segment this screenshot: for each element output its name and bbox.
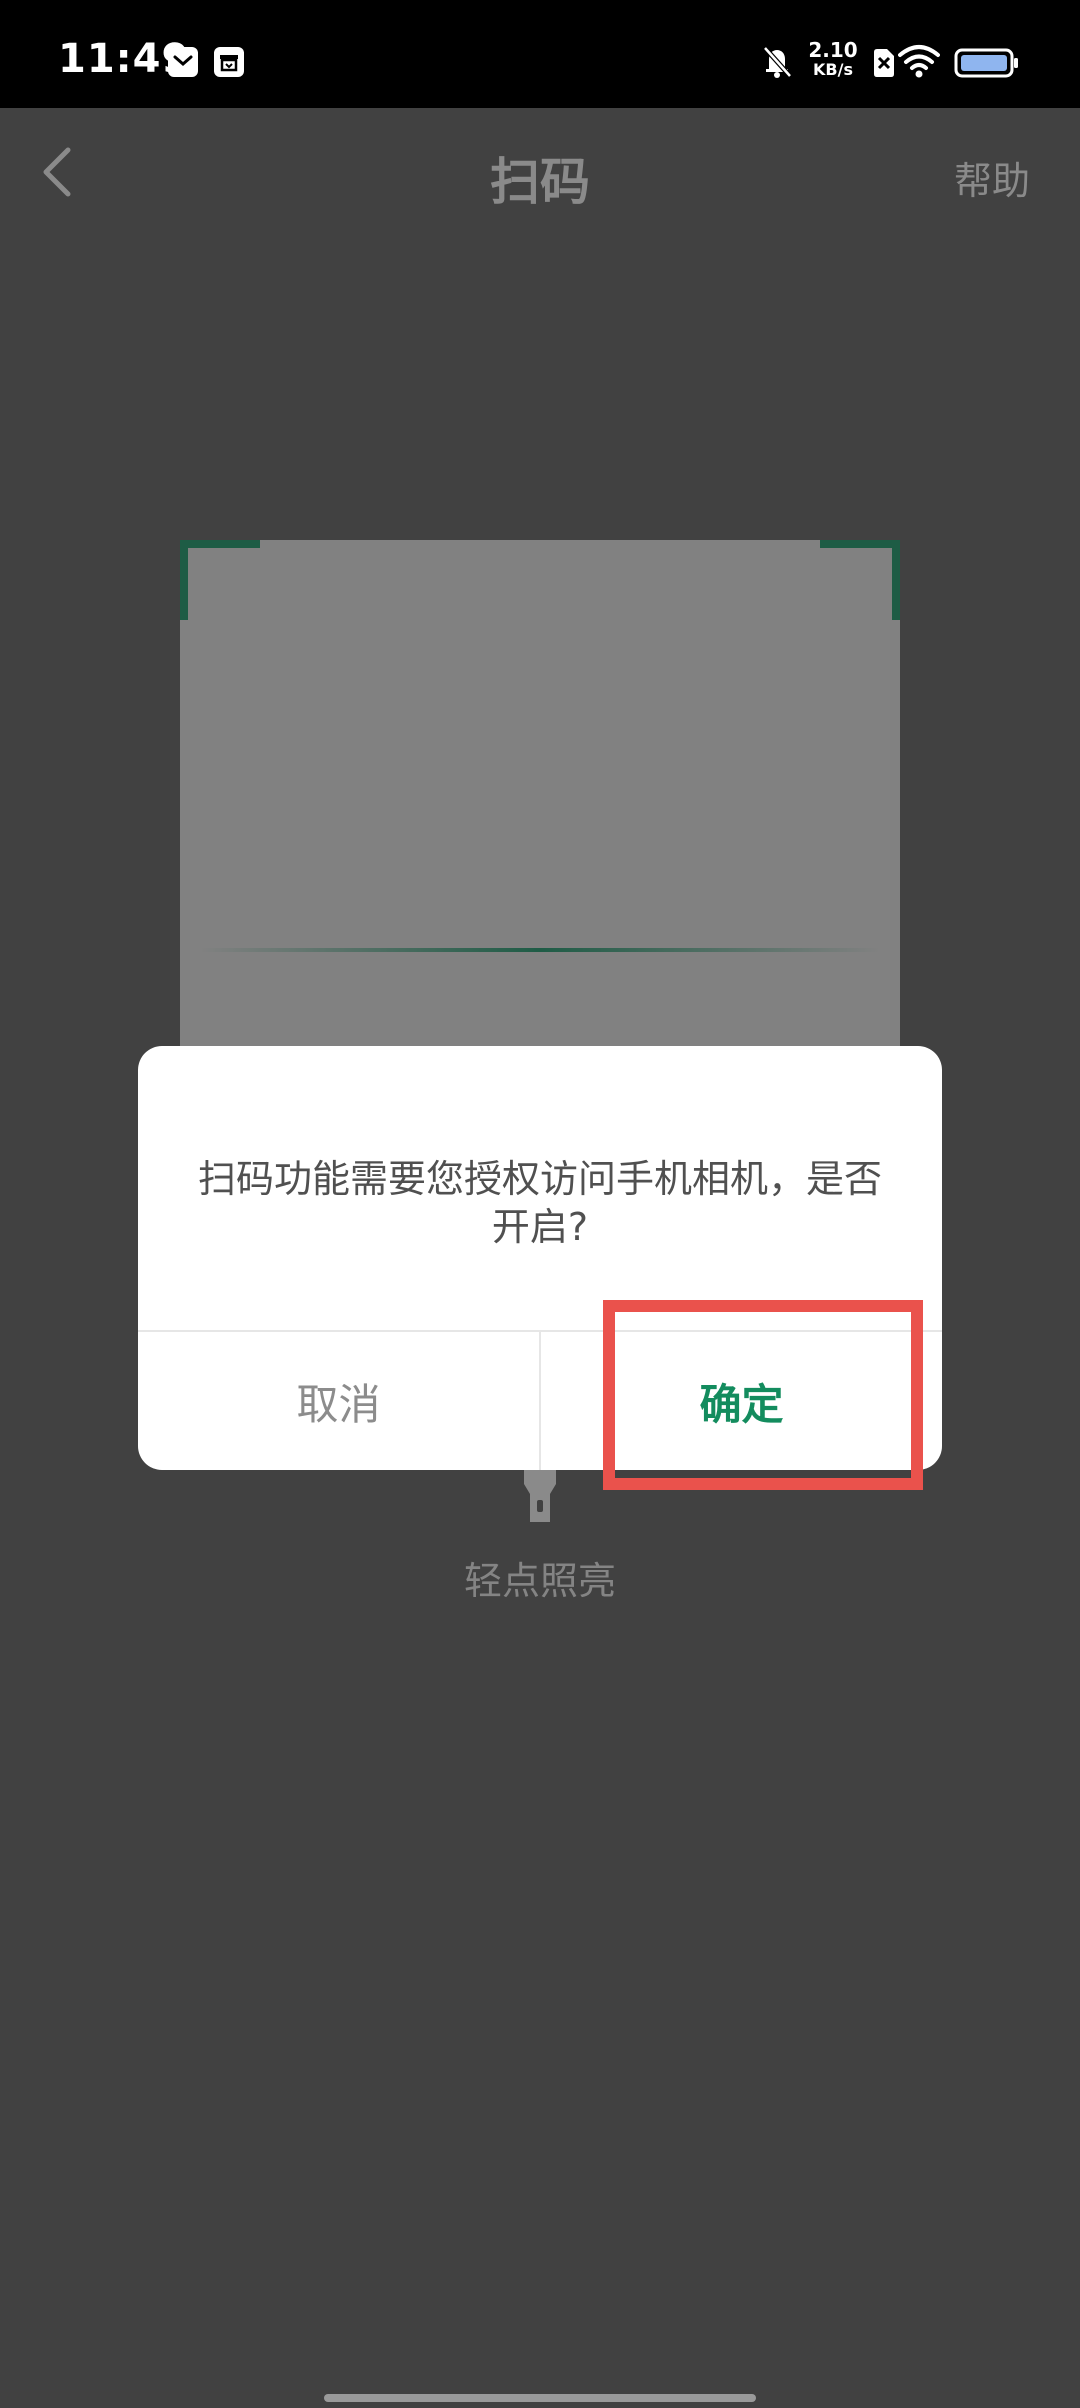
scan-line bbox=[200, 948, 880, 952]
package-notification-icon bbox=[214, 47, 244, 77]
network-speed: 2.10 KB/s bbox=[804, 40, 862, 78]
flashlight-icon[interactable] bbox=[520, 1466, 560, 1526]
sim-off-icon bbox=[872, 48, 896, 82]
status-bar: 11:49 2.10 KB/s bbox=[0, 0, 1080, 108]
bell-muted-icon bbox=[760, 44, 794, 84]
wifi-icon bbox=[898, 44, 940, 82]
status-right-cluster: 2.10 KB/s bbox=[740, 0, 1080, 108]
torch-label[interactable]: 轻点照亮 bbox=[0, 1550, 1080, 1605]
network-speed-value: 2.10 bbox=[808, 38, 858, 62]
cancel-button[interactable]: 取消 bbox=[138, 1332, 539, 1470]
confirm-button[interactable]: 确定 bbox=[541, 1332, 942, 1470]
battery-icon bbox=[954, 48, 1020, 82]
scan-corner-top-right bbox=[820, 540, 900, 620]
app-header: 扫码 帮助 bbox=[0, 108, 1080, 236]
network-speed-unit: KB/s bbox=[813, 60, 853, 79]
home-indicator[interactable] bbox=[324, 2394, 756, 2402]
help-button[interactable]: 帮助 bbox=[954, 150, 1030, 205]
page-title: 扫码 bbox=[490, 153, 590, 211]
camera-permission-dialog: 扫码功能需要您授权访问手机相机，是否开启? 取消 确定 bbox=[138, 1046, 942, 1470]
dialog-message: 扫码功能需要您授权访问手机相机，是否开启? bbox=[197, 1157, 882, 1249]
scan-corner-top-left bbox=[180, 540, 260, 620]
mail-notification-icon bbox=[168, 47, 198, 77]
